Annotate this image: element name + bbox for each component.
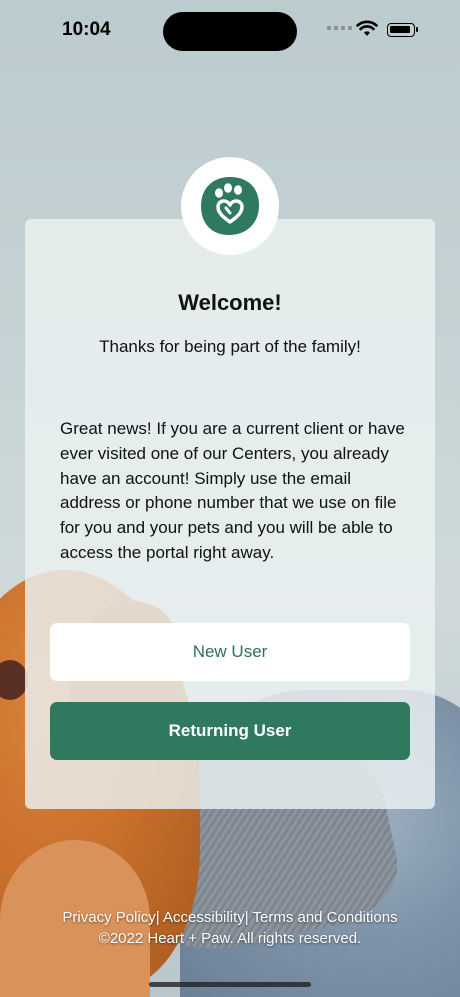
footer-links[interactable]: Privacy Policy| Accessibility| Terms and…: [0, 909, 460, 926]
new-user-button[interactable]: New User: [50, 623, 410, 681]
home-indicator[interactable]: [149, 982, 311, 987]
wifi-icon: [356, 20, 378, 36]
battery-icon: [387, 23, 418, 37]
status-bar: 10:04: [0, 0, 460, 62]
welcome-body-text: Great news! If you are a current client …: [60, 419, 405, 562]
welcome-tagline: Thanks for being part of the family!: [99, 337, 361, 356]
dynamic-island: [163, 12, 297, 51]
signal-icon: [327, 26, 352, 30]
returning-user-button[interactable]: Returning User: [50, 702, 410, 760]
logo-circle: [181, 157, 279, 255]
welcome-title: Welcome!: [178, 290, 282, 315]
status-time: 10:04: [62, 19, 111, 40]
footer-copyright: ©2022 Heart + Paw. All rights reserved.: [98, 930, 362, 947]
heart-paw-logo-icon: [201, 177, 259, 235]
